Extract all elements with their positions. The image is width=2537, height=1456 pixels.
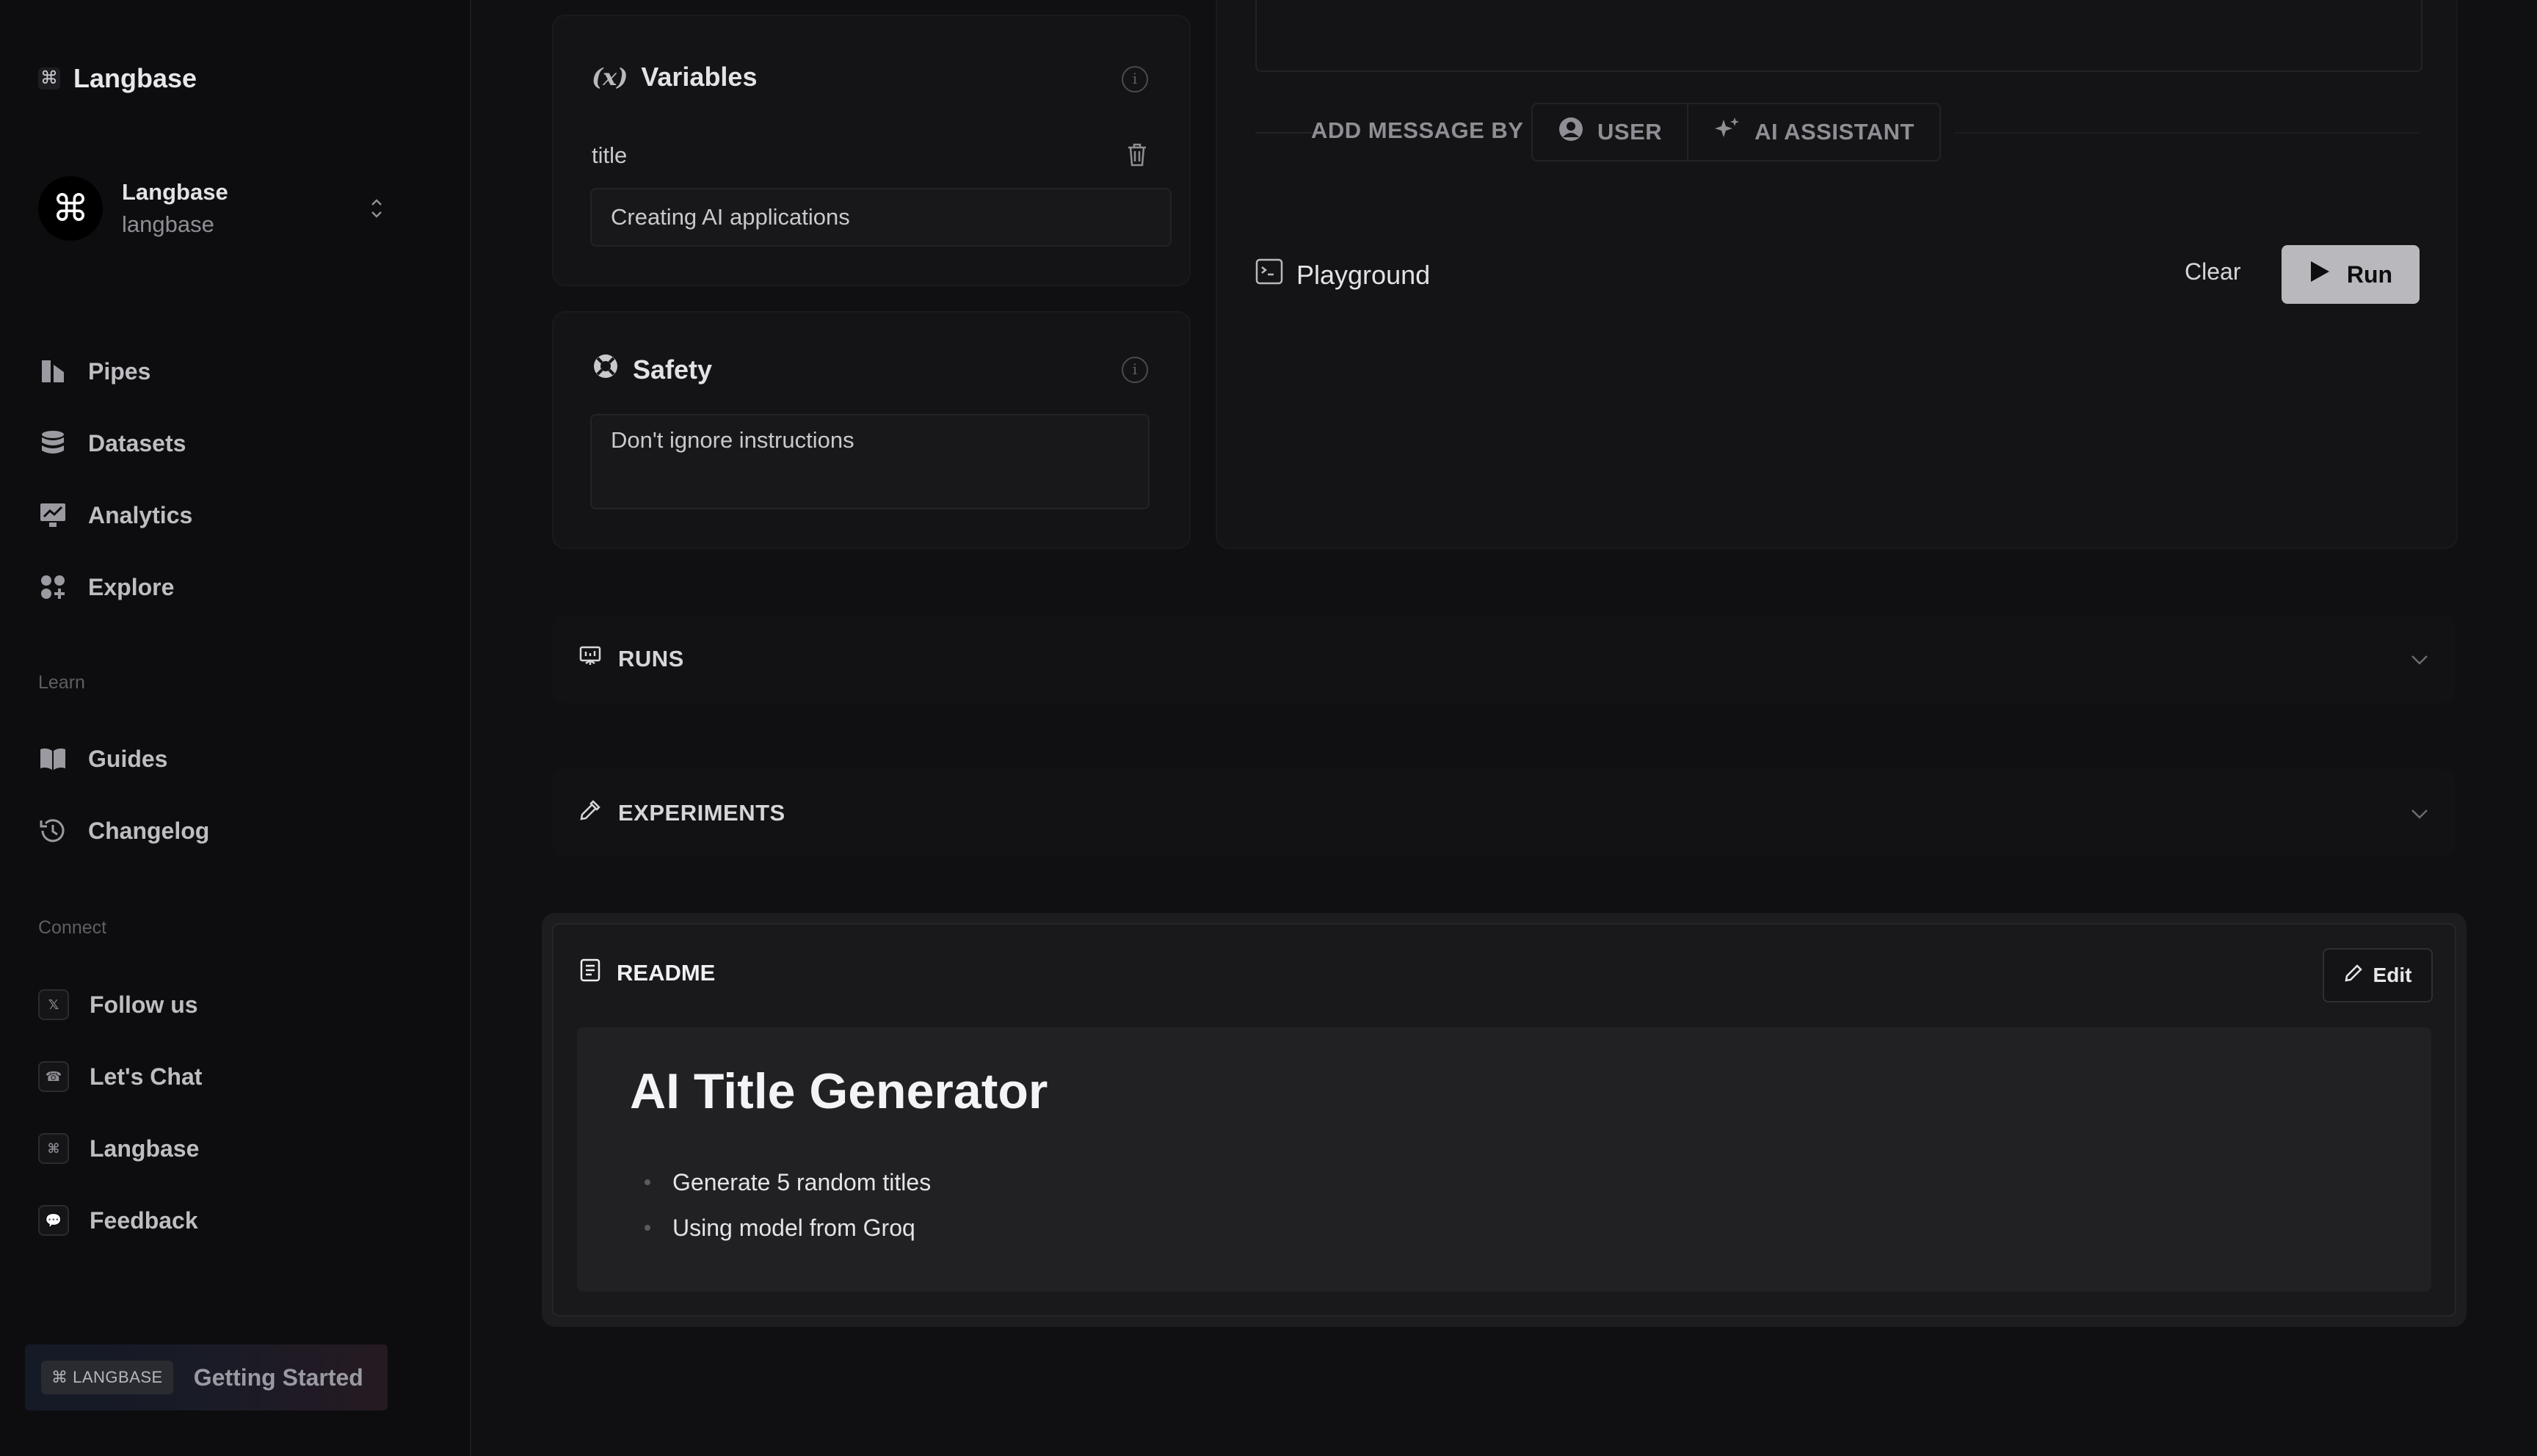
add-assistant-message-button[interactable]: AI ASSISTANT bbox=[1687, 104, 1939, 160]
lifebuoy-icon bbox=[592, 352, 620, 387]
variable-icon: (x) bbox=[592, 63, 628, 91]
sidebar-item-explore[interactable]: Explore bbox=[38, 572, 174, 602]
org-switcher[interactable]: ⌘ Langbase langbase bbox=[38, 176, 383, 241]
sidebar-item-label: Feedback bbox=[90, 1206, 198, 1234]
add-message-by-label: ADD MESSAGE BY bbox=[1311, 117, 1524, 143]
presentation-icon bbox=[578, 644, 602, 674]
safety-header: Safety bbox=[592, 352, 712, 387]
sidebar-item-label: Datasets bbox=[88, 429, 186, 456]
pipette-icon bbox=[578, 798, 602, 828]
sidebar-item-label: Pipes bbox=[88, 357, 151, 385]
command-icon: ⌘ bbox=[38, 1133, 69, 1164]
sidebar-item-langbase[interactable]: ⌘ Langbase bbox=[38, 1133, 199, 1164]
brand[interactable]: ⌘ Langbase bbox=[38, 63, 197, 94]
variables-title: Variables bbox=[641, 62, 758, 92]
sidebar-item-analytics[interactable]: Analytics bbox=[38, 500, 192, 530]
pencil-icon bbox=[2344, 964, 2363, 988]
readme-list: Generate 5 random titles Using model fro… bbox=[645, 1160, 931, 1251]
sidebar-item-changelog[interactable]: Changelog bbox=[38, 816, 209, 845]
history-icon bbox=[38, 816, 68, 845]
run-label: Run bbox=[2346, 261, 2393, 288]
experiments-section[interactable]: EXPERIMENTS bbox=[552, 769, 2455, 857]
grid-icon bbox=[38, 572, 68, 602]
sparkles-icon bbox=[1713, 115, 1741, 149]
runs-section[interactable]: RUNS bbox=[552, 615, 2455, 703]
sidebar-item-follow-us[interactable]: 𝕏 Follow us bbox=[38, 989, 198, 1020]
x-icon: 𝕏 bbox=[38, 989, 69, 1020]
add-user-message-button[interactable]: USER bbox=[1533, 104, 1687, 160]
sidebar-item-lets-chat[interactable]: ☎ Let's Chat bbox=[38, 1061, 202, 1092]
runs-label: RUNS bbox=[618, 646, 684, 671]
sidebar-item-guides[interactable]: Guides bbox=[38, 744, 167, 774]
org-name: Langbase bbox=[122, 179, 228, 205]
assistant-label: AI ASSISTANT bbox=[1754, 119, 1914, 145]
sidebar-item-datasets[interactable]: Datasets bbox=[38, 429, 186, 458]
command-logo-icon: ⌘ bbox=[38, 68, 60, 90]
safety-instructions-textarea[interactable]: Don't ignore instructions bbox=[590, 414, 1150, 509]
sidebar-item-label: Explore bbox=[88, 573, 175, 600]
sidebar-item-label: Langbase bbox=[90, 1135, 200, 1162]
sidebar-item-feedback[interactable]: 💬 Feedback bbox=[38, 1205, 198, 1236]
sidebar-item-label: Analytics bbox=[88, 501, 193, 528]
pipes-icon bbox=[38, 357, 68, 386]
sidebar: ⌘ Langbase ⌘ Langbase langbase Pipes Dat… bbox=[0, 0, 471, 1456]
book-icon bbox=[38, 744, 68, 774]
safety-title: Safety bbox=[633, 354, 713, 385]
chevron-up-down-icon bbox=[370, 197, 383, 220]
user-circle-icon bbox=[1558, 116, 1584, 148]
message-role-group: USER AI ASSISTANT bbox=[1531, 103, 1941, 161]
org-handle: langbase bbox=[122, 211, 214, 237]
sidebar-item-pipes[interactable]: Pipes bbox=[38, 357, 150, 386]
run-button[interactable]: Run bbox=[2282, 245, 2420, 304]
document-icon bbox=[580, 958, 600, 988]
sidebar-item-label: Changelog bbox=[88, 817, 210, 844]
sidebar-item-label: Follow us bbox=[90, 991, 198, 1018]
list-item: Using model from Groq bbox=[645, 1205, 931, 1251]
sidebar-item-label: Let's Chat bbox=[90, 1063, 203, 1090]
chevron-down-icon bbox=[2411, 801, 2428, 824]
playground-title: Playground bbox=[1296, 259, 1431, 290]
edit-readme-button[interactable]: Edit bbox=[2323, 948, 2433, 1002]
list-item: Generate 5 random titles bbox=[645, 1160, 931, 1205]
experiments-label: EXPERIMENTS bbox=[618, 800, 785, 826]
getting-started-banner[interactable]: ⌘ LANGBASE Getting Started bbox=[25, 1344, 388, 1410]
sidebar-item-label: Guides bbox=[88, 745, 168, 772]
playground-header: Playground bbox=[1255, 258, 1430, 291]
learn-section-label: Learn bbox=[38, 672, 85, 693]
user-label: USER bbox=[1597, 119, 1663, 145]
brand-name: Langbase bbox=[73, 63, 197, 93]
connect-section-label: Connect bbox=[38, 917, 107, 938]
clear-button[interactable]: Clear bbox=[2185, 258, 2240, 285]
divider bbox=[1954, 132, 2420, 134]
info-icon[interactable]: i bbox=[1122, 357, 1148, 383]
message-textarea[interactable] bbox=[1255, 0, 2422, 72]
trash-icon[interactable] bbox=[1126, 142, 1148, 171]
play-icon bbox=[2309, 260, 2331, 289]
variable-label: title bbox=[592, 142, 628, 168]
getting-started-label: Getting Started bbox=[193, 1364, 363, 1391]
variables-header: (x) Variables bbox=[592, 62, 757, 92]
database-icon bbox=[38, 429, 68, 458]
variable-value-input[interactable]: Creating AI applications bbox=[590, 188, 1172, 247]
info-icon[interactable]: i bbox=[1122, 66, 1148, 92]
langbase-badge: ⌘ LANGBASE bbox=[41, 1361, 173, 1394]
chat-bubble-icon: 💬 bbox=[38, 1205, 69, 1236]
readme-header: README bbox=[580, 958, 715, 988]
divider bbox=[1255, 132, 1314, 134]
edit-label: Edit bbox=[2373, 964, 2412, 986]
readme-label: README bbox=[617, 960, 716, 986]
chevron-down-icon bbox=[2411, 647, 2428, 670]
discord-icon: ☎ bbox=[38, 1061, 69, 1092]
terminal-icon bbox=[1255, 258, 1283, 291]
readme-heading: AI Title Generator bbox=[630, 1063, 1048, 1119]
org-avatar-icon: ⌘ bbox=[38, 176, 103, 241]
chart-icon bbox=[38, 500, 68, 530]
